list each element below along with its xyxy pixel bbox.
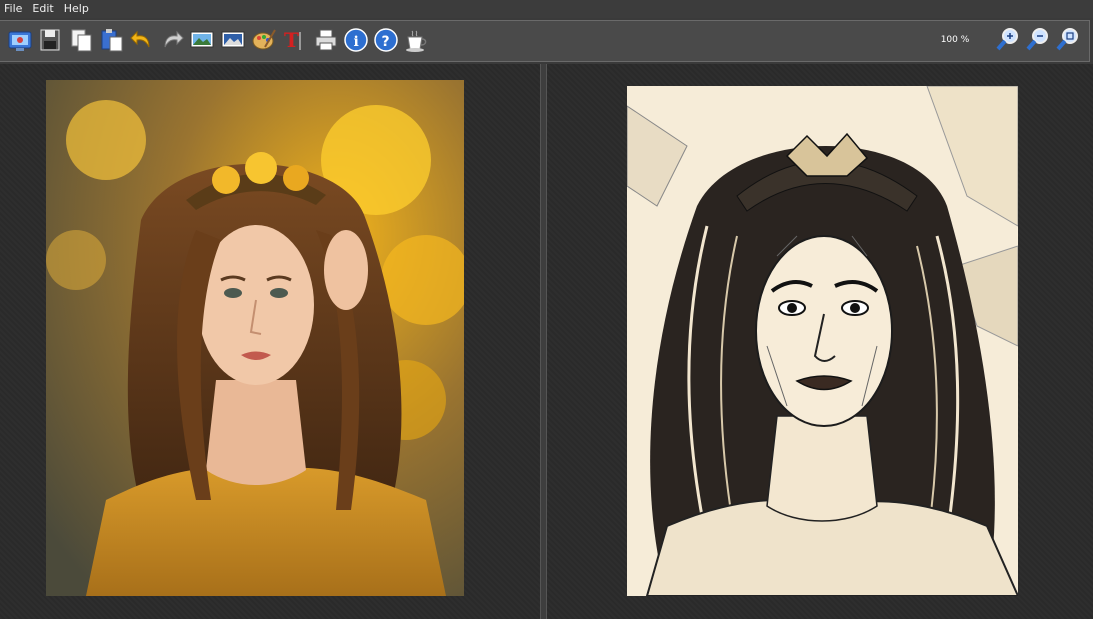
- menu-file[interactable]: File: [0, 0, 27, 18]
- svg-text:i: i: [354, 34, 359, 50]
- zoom-level-readout: 100 %: [940, 35, 970, 45]
- donate-button[interactable]: [402, 26, 430, 54]
- coffee-donate-icon: [406, 30, 427, 52]
- zoom-fit-button[interactable]: [1054, 26, 1082, 54]
- sketch-result: [627, 86, 1018, 596]
- paste-button[interactable]: [98, 26, 126, 54]
- zoom-out-button[interactable]: [1024, 26, 1052, 54]
- save-button[interactable]: [36, 26, 64, 54]
- sketch-result-render: [627, 86, 1018, 596]
- show-original-button[interactable]: [188, 26, 216, 54]
- redo-icon: [164, 30, 184, 48]
- original-photo: [46, 80, 464, 596]
- settings-palette-button[interactable]: [250, 26, 278, 54]
- menu-bar: File Edit Help: [0, 0, 1093, 18]
- copy-icon: [71, 29, 92, 52]
- toolbar: T i ? 100 %: [0, 20, 1090, 62]
- original-photo-render: [46, 80, 464, 596]
- settings-palette-icon: [252, 29, 276, 50]
- print-button[interactable]: [312, 26, 340, 54]
- text-tool-button[interactable]: T: [280, 26, 308, 54]
- redo-button[interactable]: [158, 26, 186, 54]
- info-button[interactable]: i: [342, 26, 370, 54]
- undo-button[interactable]: [128, 26, 156, 54]
- result-image-panel: [546, 64, 1093, 619]
- save-icon: [40, 29, 60, 51]
- zoom-in-button[interactable]: [994, 26, 1022, 54]
- zoom-out-icon: [1026, 28, 1048, 51]
- help-icon: ?: [374, 28, 398, 52]
- show-result-icon: [221, 31, 245, 48]
- text-tool-icon: T: [284, 28, 301, 52]
- help-button[interactable]: ?: [372, 26, 400, 54]
- menu-help[interactable]: Help: [59, 0, 94, 18]
- open-image-button[interactable]: [6, 26, 34, 54]
- print-icon: [315, 29, 337, 51]
- undo-icon: [130, 30, 150, 48]
- copy-button[interactable]: [68, 26, 96, 54]
- menu-edit[interactable]: Edit: [27, 0, 58, 18]
- show-original-icon: [190, 31, 214, 48]
- paste-icon: [101, 29, 123, 52]
- original-image-panel: [0, 64, 541, 619]
- zoom-fit-icon: [1056, 28, 1078, 51]
- svg-text:T: T: [284, 28, 299, 52]
- info-icon: i: [344, 28, 368, 52]
- svg-text:?: ?: [382, 34, 390, 50]
- show-result-button[interactable]: [219, 26, 247, 54]
- open-image-icon: [8, 31, 32, 51]
- zoom-in-icon: [996, 28, 1018, 51]
